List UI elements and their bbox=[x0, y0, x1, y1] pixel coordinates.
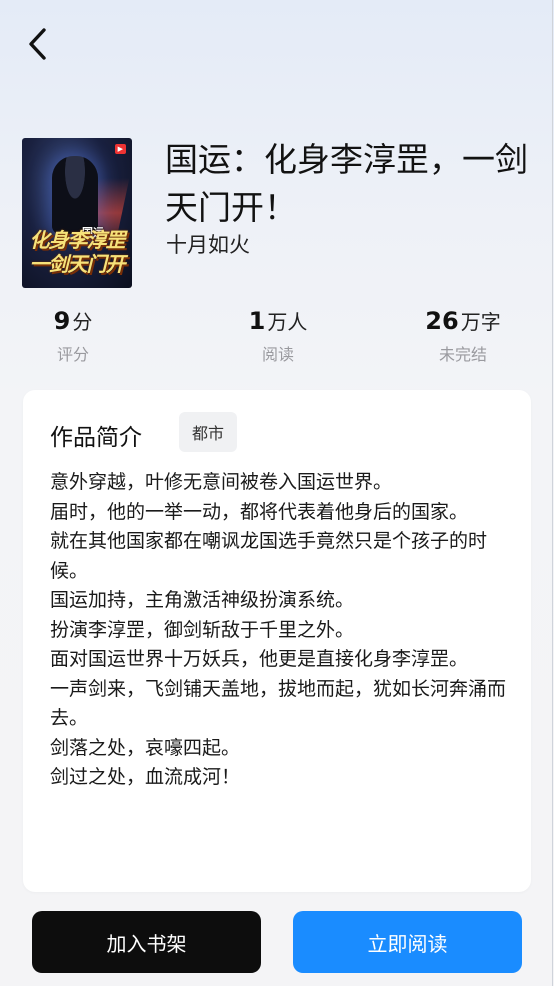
add-to-shelf-button[interactable]: 加入书架 bbox=[32, 911, 261, 973]
book-title: 国运：化身李淳罡，一剑天门开！ bbox=[165, 140, 528, 227]
intro-card: 作品简介 都市 意外穿越，叶修无意间被卷入国运世界。 届时，他的一举一动，都将代… bbox=[23, 390, 531, 892]
intro-line: 扮演李淳罡，御剑斩敌于千里之外。 bbox=[50, 618, 355, 641]
back-button[interactable] bbox=[18, 24, 58, 64]
intro-line: 剑落之处，哀嚎四起。 bbox=[50, 736, 241, 759]
stat-readers: 1 万人 阅读 bbox=[236, 306, 320, 365]
read-now-button[interactable]: 立即阅读 bbox=[293, 911, 522, 973]
intro-description: 意外穿越，叶修无意间被卷入国运世界。 届时，他的一举一动，都将代表着他身后的国家… bbox=[50, 468, 510, 793]
cover-art-figure bbox=[52, 156, 98, 234]
readers-unit: 万人 bbox=[267, 310, 308, 334]
rating-label: 评分 bbox=[56, 345, 89, 364]
cover-title-line2: 一剑天门开 bbox=[29, 252, 126, 276]
rating-value: 9 bbox=[53, 307, 71, 335]
readers-value: 1 bbox=[248, 307, 266, 335]
stat-rating: 9分 评分 bbox=[44, 306, 102, 365]
intro-heading: 作品简介 bbox=[50, 425, 142, 451]
readers-label: 阅读 bbox=[261, 345, 294, 364]
chevron-left-icon bbox=[29, 28, 46, 60]
words-unit: 万字 bbox=[460, 310, 501, 334]
rating-unit: 分 bbox=[72, 310, 93, 334]
genre-tag[interactable]: 都市 bbox=[179, 412, 237, 452]
book-cover[interactable]: ▶ 国运 化身李淳罡 一剑天门开 bbox=[22, 138, 132, 288]
cover-title-line1: 化身李淳罡 bbox=[29, 228, 126, 252]
intro-line: 面对国运世界十万妖兵，他更是直接化身李淳罡。 bbox=[50, 648, 469, 670]
words-label: 未完结 bbox=[438, 345, 487, 364]
cover-publisher-badge: ▶ bbox=[114, 144, 126, 154]
words-value: 26 bbox=[425, 307, 459, 335]
intro-line: 届时，他的一举一动，都将代表着他身后的国家。 bbox=[50, 500, 469, 523]
book-author[interactable]: 十月如火 bbox=[166, 229, 250, 259]
intro-line: 剑过之处，血流成河！ bbox=[50, 766, 241, 788]
intro-line: 国运加持，主角激活神级扮演系统。 bbox=[50, 589, 355, 611]
intro-line: 一声剑来，飞剑铺天盖地，拔地而起，犹如长河奔涌而去。 bbox=[50, 677, 507, 730]
intro-line: 意外穿越，叶修无意间被卷入国运世界。 bbox=[50, 471, 393, 493]
intro-line: 就在其他国家都在嘲讽龙国选手竟然只是个孩子的时候。 bbox=[50, 530, 488, 582]
stat-words: 26 万字 未完结 bbox=[418, 306, 508, 365]
